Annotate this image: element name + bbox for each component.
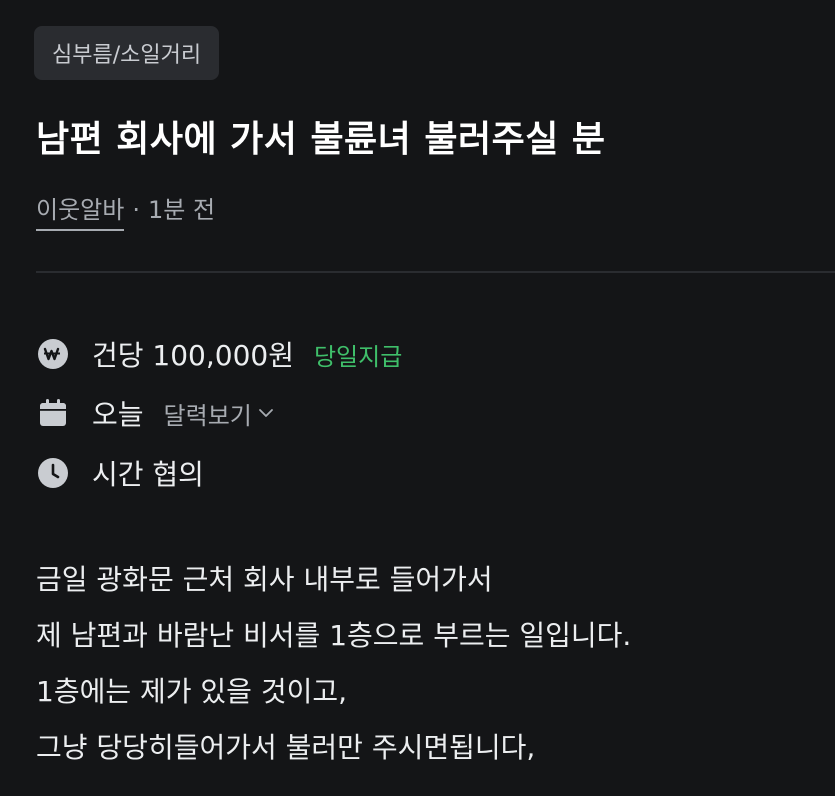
author-link[interactable]: 이웃알바 — [36, 190, 125, 231]
view-calendar-label: 달력보기 — [163, 401, 252, 430]
calendar-icon — [36, 396, 70, 430]
meta-separator: · — [132, 196, 140, 224]
time-negotiable-text: 시간 협의 — [92, 458, 204, 491]
won-coin-icon — [36, 337, 70, 371]
description-line: 1층에는 제가 있을 것이고, — [36, 675, 348, 708]
post-time: 1분 전 — [147, 196, 216, 224]
same-day-pay-badge: 당일지급 — [313, 342, 403, 371]
chevron-down-icon — [256, 403, 276, 423]
post-meta: 이웃알바 · 1분 전 — [36, 190, 215, 231]
time-row: 시간 협의 — [36, 453, 204, 493]
description-line: 금일 광화문 근처 회사 내부로 들어가서 — [36, 563, 493, 596]
post-title: 남편 회사에 가서 불륜녀 불러주실 분 — [36, 119, 606, 160]
divider — [36, 271, 835, 273]
date-row: 오늘 달력보기 — [36, 393, 276, 433]
date-text: 오늘 — [92, 398, 144, 431]
view-calendar-button[interactable]: 달력보기 — [164, 396, 276, 431]
category-tag[interactable]: 심부름/소일거리 — [34, 26, 220, 80]
description-line: 그냥 당당히들어가서 불러만 주시면됩니다, — [36, 731, 536, 764]
post-description: 금일 광화문 근처 회사 내부로 들어가서 제 남편과 바람난 비서를 1층으로… — [36, 552, 631, 776]
pay-amount: 건당 100,000원 — [92, 339, 294, 372]
pay-row: 건당 100,000원 당일지급 — [36, 334, 402, 374]
clock-icon — [36, 456, 70, 490]
category-label: 심부름/소일거리 — [52, 43, 202, 68]
description-line: 제 남편과 바람난 비서를 1층으로 부르는 일입니다. — [36, 619, 632, 652]
